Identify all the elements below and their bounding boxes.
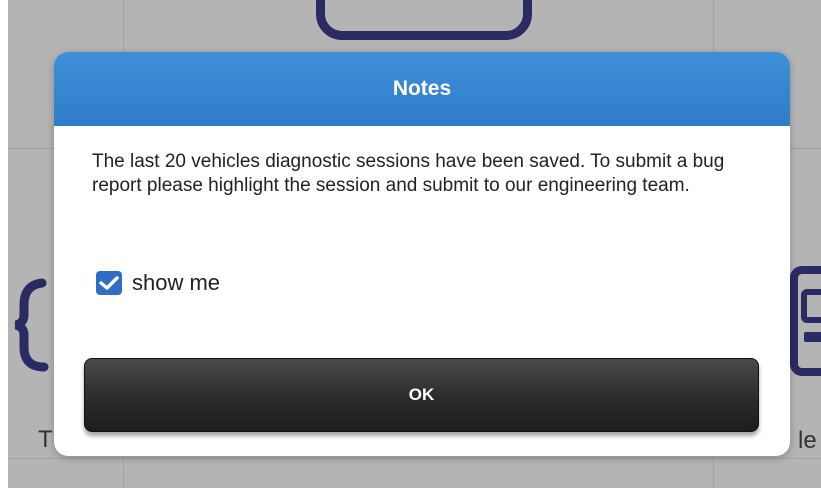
background-tile-label: le	[798, 427, 817, 454]
show-me-checkbox[interactable]: show me	[96, 270, 220, 296]
background-bracket-icon	[14, 278, 49, 372]
dialog-title: Notes	[392, 77, 452, 100]
checkbox-label: show me	[132, 270, 221, 295]
grid-divider	[8, 458, 821, 459]
notes-dialog: Notes The last 20 vehicles diagnostic se…	[54, 52, 790, 456]
background-tile-label: T	[38, 426, 53, 453]
checkmark-icon	[99, 276, 119, 290]
checkbox-checked-icon[interactable]	[96, 271, 122, 295]
ok-button-label: OK	[408, 385, 435, 404]
dialog-header: Notes	[54, 52, 790, 126]
background-app-icon	[316, 0, 532, 40]
dialog-message: The last 20 vehicles diagnostic sessions…	[92, 151, 725, 196]
background-document-icon	[790, 266, 821, 376]
ok-button[interactable]: OK	[84, 358, 759, 432]
